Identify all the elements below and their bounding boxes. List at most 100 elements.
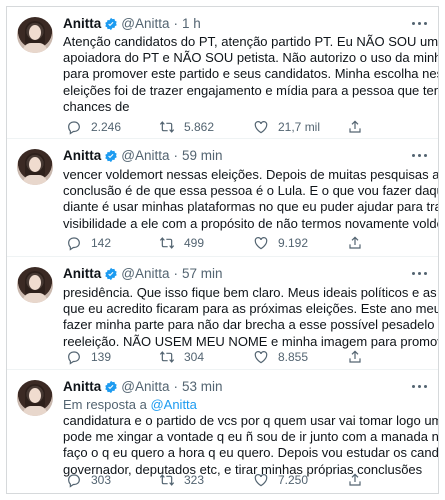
- like-icon: [254, 351, 268, 364]
- tweet-header: Anitta @Anitta · 57 min: [63, 266, 223, 281]
- reply-icon: [68, 351, 80, 365]
- retweet-icon: [159, 121, 175, 133]
- reply-icon: [68, 474, 80, 488]
- share-button[interactable]: [347, 235, 372, 251]
- tweet-header: Anitta @Anitta · 59 min: [63, 148, 223, 163]
- like-icon: [254, 237, 268, 250]
- reply-count: 142: [91, 236, 112, 250]
- more-icon[interactable]: [410, 380, 428, 392]
- retweet-count: 5.862: [184, 120, 215, 134]
- tweet[interactable]: Anitta @Anitta · 1 h Atenção candidatos …: [7, 7, 438, 138]
- tweet-text-line: que eu acredito ficaram para as próximas…: [63, 301, 439, 317]
- replying-to: Em resposta a @Anitta: [63, 397, 197, 412]
- tweet[interactable]: Anitta @Anitta · 53 min Em resposta a @A…: [7, 369, 439, 493]
- tweet-text-line: Atenção candidatos do PT, atenção partid…: [63, 34, 439, 49]
- timestamp[interactable]: 59 min: [182, 148, 223, 163]
- timestamp[interactable]: 1 h: [182, 16, 201, 31]
- tweet-header: Anitta @Anitta · 1 h: [63, 16, 201, 31]
- separator-dot: ·: [173, 148, 178, 163]
- reply-button[interactable]: 303: [66, 472, 111, 488]
- reply-button[interactable]: 2.246: [66, 119, 121, 135]
- tweet-text: candidatura e o partido de vcs por q que…: [63, 413, 439, 478]
- verified-badge-icon: [105, 17, 117, 30]
- share-icon: [349, 473, 361, 486]
- tweet-text-line: eleições foi de trazer engajamento e míd…: [63, 82, 439, 98]
- avatar[interactable]: [17, 380, 53, 416]
- tweet-text-line: pode me xingar a vontade q eu ñ sou de i…: [63, 429, 439, 445]
- user-handle[interactable]: @Anitta: [121, 379, 169, 394]
- reply-count: 303: [91, 473, 112, 487]
- tweet-actions: 139 304 8.855: [63, 349, 433, 367]
- tweet-text-line: faço o q eu quero a hora q eu quero. Dep…: [63, 445, 439, 461]
- tweet-text-line: chances de: [63, 98, 130, 114]
- avatar[interactable]: [17, 17, 53, 53]
- like-count: 9.192: [278, 236, 309, 250]
- verified-badge-icon: [105, 149, 117, 162]
- verified-badge-icon: [105, 267, 117, 280]
- like-count: 7.250: [278, 473, 309, 487]
- replying-to-user-link[interactable]: @Anitta: [150, 397, 196, 412]
- retweet-button[interactable]: 5.862: [159, 119, 214, 135]
- tweet-text-line: vencer voldemort nessas eleições. Depois…: [63, 167, 439, 182]
- retweet-icon: [159, 474, 175, 486]
- verified-badge-icon: [105, 380, 117, 393]
- tweet-thread: Anitta @Anitta · 1 h Atenção candidatos …: [6, 6, 439, 494]
- like-count: 8.855: [278, 350, 309, 364]
- display-name[interactable]: Anitta: [63, 148, 101, 163]
- more-icon[interactable]: [410, 267, 428, 279]
- like-icon: [254, 121, 268, 134]
- separator-dot: ·: [173, 16, 178, 31]
- timestamp[interactable]: 53 min: [182, 379, 223, 394]
- timestamp[interactable]: 57 min: [182, 266, 223, 281]
- tweet[interactable]: Anitta @Anitta · 57 min presidência. Que…: [7, 256, 438, 370]
- user-handle[interactable]: @Anitta: [121, 148, 169, 163]
- share-button[interactable]: [347, 472, 372, 488]
- reply-button[interactable]: 139: [66, 349, 111, 365]
- tweet-actions: 142 499 9.192: [63, 235, 433, 253]
- reply-icon: [68, 121, 80, 135]
- share-button[interactable]: [347, 349, 372, 365]
- replying-to-label: Em resposta a: [63, 397, 147, 412]
- retweet-count: 499: [184, 236, 205, 250]
- share-icon: [349, 120, 361, 133]
- retweet-count: 323: [184, 473, 205, 487]
- display-name[interactable]: Anitta: [63, 16, 101, 31]
- share-icon: [349, 236, 361, 249]
- separator-dot: ·: [173, 266, 178, 281]
- tweet-actions: 2.246 5.862 21,7 mil: [63, 119, 433, 137]
- share-icon: [349, 350, 361, 363]
- retweet-icon: [159, 351, 175, 363]
- tweet-text-line: presidência. Que isso fique bem claro. M…: [63, 285, 439, 300]
- more-icon[interactable]: [410, 17, 428, 29]
- avatar[interactable]: [17, 149, 53, 185]
- tweet-text: vencer voldemort nessas eleições. Depois…: [63, 167, 439, 232]
- reply-button[interactable]: 142: [66, 235, 111, 251]
- like-button[interactable]: 9.192: [253, 235, 308, 251]
- share-button[interactable]: [347, 119, 372, 135]
- display-name[interactable]: Anitta: [63, 266, 101, 281]
- tweet-text-line: reeleição. NÃO USEM MEU NOME e minha ima…: [63, 333, 439, 349]
- like-icon: [254, 474, 268, 487]
- tweet-text-line: conclusão é de que essa pessoa é o Lula.…: [63, 183, 439, 199]
- retweet-icon: [159, 237, 175, 249]
- retweet-button[interactable]: 304: [159, 349, 204, 365]
- tweet-text-line: candidatura e o partido de vcs por q que…: [63, 413, 438, 428]
- tweet-text: Atenção candidatos do PT, atenção partid…: [63, 34, 439, 115]
- display-name[interactable]: Anitta: [63, 379, 101, 394]
- retweet-count: 304: [184, 350, 205, 364]
- more-icon[interactable]: [410, 149, 428, 161]
- separator-dot: ·: [173, 379, 178, 394]
- user-handle[interactable]: @Anitta: [121, 266, 169, 281]
- tweet[interactable]: Anitta @Anitta · 59 min vencer voldemort…: [7, 138, 438, 257]
- like-button[interactable]: 7.250: [253, 472, 308, 488]
- tweet-actions: 303 323 7.250: [63, 472, 433, 490]
- user-handle[interactable]: @Anitta: [121, 16, 169, 31]
- tweet-text-line: diante é usar minhas plataformas no que …: [63, 199, 438, 215]
- like-button[interactable]: 8.855: [253, 349, 308, 365]
- reply-icon: [68, 237, 80, 251]
- avatar[interactable]: [17, 267, 53, 303]
- like-button[interactable]: 21,7 mil: [253, 119, 320, 135]
- retweet-button[interactable]: 323: [159, 472, 204, 488]
- retweet-button[interactable]: 499: [159, 235, 204, 251]
- tweet-text: presidência. Que isso fique bem claro. M…: [63, 285, 439, 350]
